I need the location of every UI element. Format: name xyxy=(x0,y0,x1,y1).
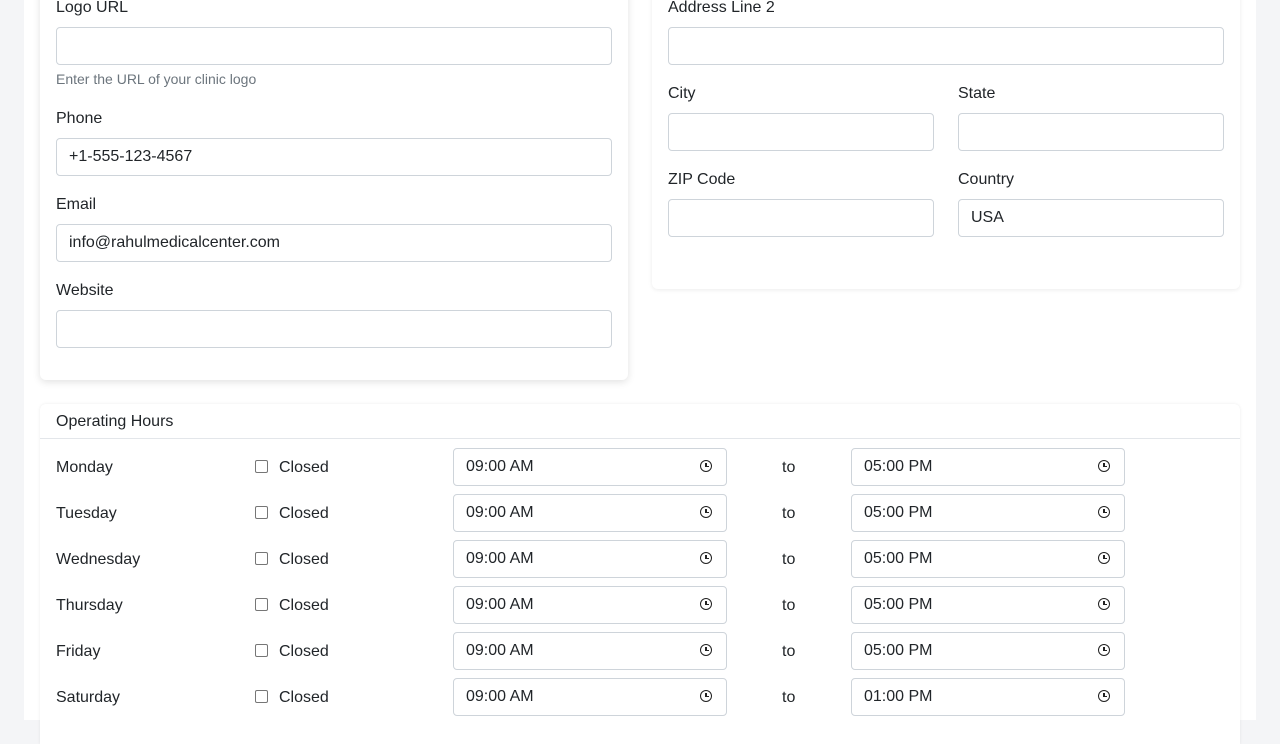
phone-input[interactable] xyxy=(56,138,612,176)
to-label: to xyxy=(782,643,796,660)
website-input[interactable] xyxy=(56,310,612,348)
clock-icon[interactable] xyxy=(700,598,712,610)
clock-icon[interactable] xyxy=(700,506,712,518)
open-time-input[interactable]: 09:00 AM xyxy=(453,494,727,532)
open-time-value: 09:00 AM xyxy=(466,688,534,705)
logo-url-label: Logo URL xyxy=(56,0,129,16)
website-label: Website xyxy=(56,282,114,299)
open-time-input[interactable]: 09:00 AM xyxy=(453,678,727,716)
to-label: to xyxy=(782,689,796,706)
open-time-value: 09:00 AM xyxy=(466,458,534,475)
closed-label: Closed xyxy=(279,459,329,476)
close-time-input[interactable]: 05:00 PM xyxy=(851,448,1125,486)
clock-icon[interactable] xyxy=(700,644,712,656)
open-time-input[interactable]: 09:00 AM xyxy=(453,632,727,670)
closed-checkbox[interactable] xyxy=(255,552,268,565)
clock-icon[interactable] xyxy=(700,690,712,702)
clock-icon[interactable] xyxy=(700,460,712,472)
open-time-input[interactable]: 09:00 AM xyxy=(453,448,727,486)
clock-icon[interactable] xyxy=(1098,552,1110,564)
clock-icon[interactable] xyxy=(1098,690,1110,702)
hours-row-saturday: Saturday Closed 09:00 AM to 01:00 PM xyxy=(40,678,1240,735)
close-time-input[interactable]: 01:00 PM xyxy=(851,678,1125,716)
operating-hours-title: Operating Hours xyxy=(56,413,174,430)
close-time-value: 05:00 PM xyxy=(864,504,933,521)
closed-checkbox[interactable] xyxy=(255,690,268,703)
city-input[interactable] xyxy=(668,113,934,151)
to-label: to xyxy=(782,597,796,614)
clock-icon[interactable] xyxy=(1098,506,1110,518)
state-label: State xyxy=(958,85,996,102)
closed-label: Closed xyxy=(279,643,329,660)
clock-icon[interactable] xyxy=(1098,598,1110,610)
country-label: Country xyxy=(958,171,1015,188)
day-label: Thursday xyxy=(56,597,123,614)
closed-checkbox[interactable] xyxy=(255,460,268,473)
email-label: Email xyxy=(56,196,97,213)
closed-label: Closed xyxy=(279,597,329,614)
closed-label: Closed xyxy=(279,551,329,568)
zip-input[interactable] xyxy=(668,199,934,237)
to-label: to xyxy=(782,459,796,476)
close-time-value: 05:00 PM xyxy=(864,642,933,659)
clock-icon[interactable] xyxy=(700,552,712,564)
day-label: Tuesday xyxy=(56,505,117,522)
clock-icon[interactable] xyxy=(1098,644,1110,656)
logo-url-input[interactable] xyxy=(56,27,612,65)
operating-hours-card: Operating Hours Monday Closed 09:00 AM t… xyxy=(40,404,1240,744)
city-label: City xyxy=(668,85,696,102)
open-time-value: 09:00 AM xyxy=(466,642,534,659)
closed-label: Closed xyxy=(279,505,329,522)
address-line-2-label: Address Line 2 xyxy=(668,0,775,16)
open-time-input[interactable]: 09:00 AM xyxy=(453,540,727,578)
logo-url-help: Enter the URL of your clinic logo xyxy=(56,71,257,87)
to-label: to xyxy=(782,505,796,522)
close-time-input[interactable]: 05:00 PM xyxy=(851,632,1125,670)
clinic-info-card: Logo URL Enter the URL of your clinic lo… xyxy=(40,0,628,380)
country-input[interactable] xyxy=(958,199,1224,237)
open-time-value: 09:00 AM xyxy=(466,550,534,567)
closed-label: Closed xyxy=(279,689,329,706)
phone-label: Phone xyxy=(56,110,103,127)
address-card: Address Line 2 City State ZIP Code Count… xyxy=(652,0,1240,289)
to-label: to xyxy=(782,551,796,568)
email-input[interactable] xyxy=(56,224,612,262)
zip-label: ZIP Code xyxy=(668,171,736,188)
close-time-input[interactable]: 05:00 PM xyxy=(851,494,1125,532)
day-label: Saturday xyxy=(56,689,121,706)
close-time-input[interactable]: 05:00 PM xyxy=(851,540,1125,578)
close-time-value: 01:00 PM xyxy=(864,688,933,705)
close-time-value: 05:00 PM xyxy=(864,596,933,613)
day-label: Wednesday xyxy=(56,551,141,568)
close-time-value: 05:00 PM xyxy=(864,550,933,567)
closed-checkbox[interactable] xyxy=(255,644,268,657)
open-time-input[interactable]: 09:00 AM xyxy=(453,586,727,624)
open-time-value: 09:00 AM xyxy=(466,596,534,613)
address-line-2-input[interactable] xyxy=(668,27,1224,65)
close-time-value: 05:00 PM xyxy=(864,458,933,475)
open-time-value: 09:00 AM xyxy=(466,504,534,521)
settings-page: Logo URL Enter the URL of your clinic lo… xyxy=(24,0,1256,744)
close-time-input[interactable]: 05:00 PM xyxy=(851,586,1125,624)
closed-checkbox[interactable] xyxy=(255,598,268,611)
day-label: Monday xyxy=(56,459,113,476)
state-input[interactable] xyxy=(958,113,1224,151)
clock-icon[interactable] xyxy=(1098,460,1110,472)
closed-checkbox[interactable] xyxy=(255,506,268,519)
operating-hours-header: Operating Hours xyxy=(40,404,1240,439)
day-label: Friday xyxy=(56,643,101,660)
